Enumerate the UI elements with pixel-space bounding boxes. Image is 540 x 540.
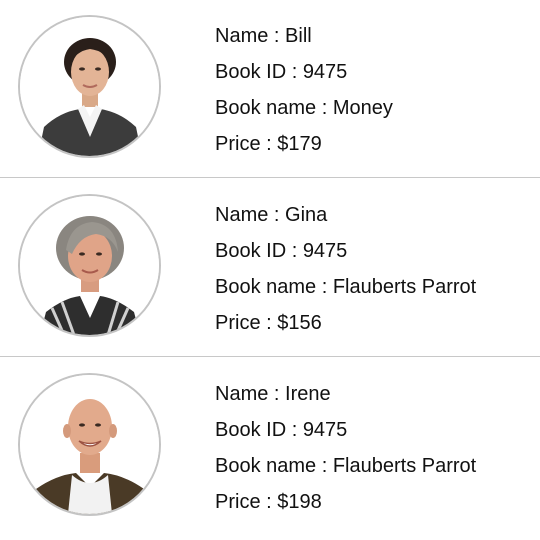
book-id-value: 9475 xyxy=(302,240,348,262)
book-id-value: 9475 xyxy=(302,61,348,83)
price-line: Price : $198 xyxy=(215,484,476,520)
name-label: Name : xyxy=(215,204,286,226)
avatar xyxy=(18,373,161,516)
list-item[interactable]: Name : Irene Book ID : 9475 Book name : … xyxy=(0,358,540,536)
book-list: Name : Bill Book ID : 9475 Book name : M… xyxy=(0,0,540,540)
name-value: Irene xyxy=(285,383,331,405)
price-label: Price : xyxy=(215,491,278,513)
book-name-value: Money xyxy=(332,97,393,119)
price-line: Price : $179 xyxy=(215,126,393,162)
book-id-label: Book ID : xyxy=(215,61,303,83)
price-value: $156 xyxy=(277,312,322,334)
name-label: Name : xyxy=(215,383,286,405)
row-divider xyxy=(0,177,540,178)
book-name-label: Book name : xyxy=(215,97,333,119)
book-name-line: Book name : Flauberts Parrot xyxy=(215,448,476,484)
book-id-line: Book ID : 9475 xyxy=(215,54,393,90)
name-value: Bill xyxy=(285,25,312,47)
book-info: Name : Bill Book ID : 9475 Book name : M… xyxy=(215,18,393,162)
book-id-label: Book ID : xyxy=(215,240,303,262)
avatar xyxy=(18,194,161,337)
name-label: Name : xyxy=(215,25,286,47)
list-item[interactable]: Name : Bill Book ID : 9475 Book name : M… xyxy=(0,0,540,178)
book-id-line: Book ID : 9475 xyxy=(215,412,476,448)
name-line: Name : Irene xyxy=(215,376,476,412)
bald-man-portrait-icon xyxy=(20,375,159,514)
name-line: Name : Bill xyxy=(215,18,393,54)
price-line: Price : $156 xyxy=(215,305,476,341)
book-name-label: Book name : xyxy=(215,455,333,477)
book-info: Name : Irene Book ID : 9475 Book name : … xyxy=(215,376,476,520)
book-name-line: Book name : Money xyxy=(215,90,393,126)
book-id-value: 9475 xyxy=(302,419,348,441)
name-line: Name : Gina xyxy=(215,197,476,233)
book-name-line: Book name : Flauberts Parrot xyxy=(215,269,476,305)
avatar xyxy=(18,15,161,158)
name-value: Gina xyxy=(285,204,328,226)
book-name-value: Flauberts Parrot xyxy=(332,276,477,298)
row-divider xyxy=(0,356,540,357)
book-id-label: Book ID : xyxy=(215,419,303,441)
price-value: $179 xyxy=(277,133,322,155)
book-id-line: Book ID : 9475 xyxy=(215,233,476,269)
price-value: $198 xyxy=(277,491,322,513)
book-info: Name : Gina Book ID : 9475 Book name : F… xyxy=(215,197,476,341)
list-item[interactable]: Name : Gina Book ID : 9475 Book name : F… xyxy=(0,179,540,357)
woman-gray-hair-portrait-icon xyxy=(20,196,159,335)
price-label: Price : xyxy=(215,312,278,334)
price-label: Price : xyxy=(215,133,278,155)
book-name-value: Flauberts Parrot xyxy=(332,455,477,477)
woman-dark-hair-portrait-icon xyxy=(20,17,159,156)
book-name-label: Book name : xyxy=(215,276,333,298)
